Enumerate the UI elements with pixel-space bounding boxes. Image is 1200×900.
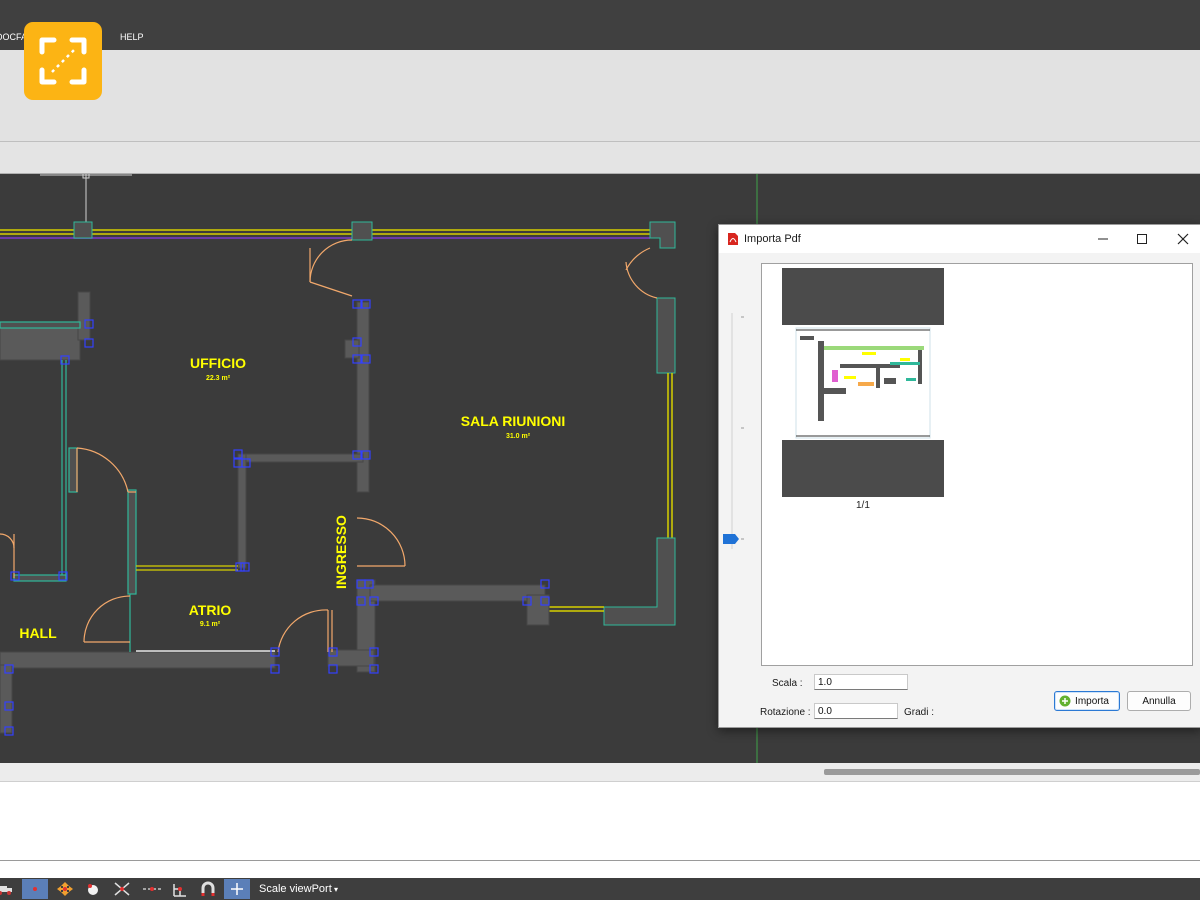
menu-item-docfa[interactable]: DOCFA [0, 32, 27, 42]
perpendicular-snap-icon[interactable] [167, 879, 193, 899]
menu-item-help[interactable]: HELP [120, 32, 144, 42]
truck-icon[interactable] [0, 879, 20, 899]
scale-viewport-dropdown[interactable]: Scale viewPort ▾ [259, 883, 338, 895]
close-button[interactable] [1165, 225, 1200, 253]
room-area-ufficio: 22.3 m² [206, 375, 231, 382]
magnet-icon[interactable] [195, 879, 221, 899]
move-icon[interactable] [52, 879, 78, 899]
zoom-slider-thumb[interactable] [723, 534, 739, 544]
crosshair-icon[interactable] [224, 879, 250, 899]
expand-arrows-logo-icon [24, 22, 102, 100]
ribbon-toolbar [0, 50, 1200, 142]
status-bar: Scale viewPort ▾ [0, 878, 1200, 900]
room-label-ufficio: UFFICIO [190, 355, 246, 371]
point-snap-icon[interactable] [22, 879, 48, 899]
room-area-sala-riunioni: 31.0 m² [506, 433, 531, 440]
room-label-sala-riunioni: SALA RIUNIONI [461, 413, 565, 429]
selection-grips[interactable] [4, 299, 550, 736]
chevron-down-icon: ▾ [331, 885, 339, 894]
dialog-title: Importa Pdf [744, 233, 801, 245]
page-indicator: 1/1 [856, 500, 870, 511]
pdf-preview-pane[interactable]: 1/1 [761, 263, 1193, 666]
midpoint-snap-icon[interactable] [139, 879, 165, 899]
scale-input[interactable]: 1.0 [814, 674, 908, 690]
import-pdf-dialog: Importa Pdf 1/1 Scala: 1.0 Rotazione: … [718, 224, 1200, 728]
scale-label: Scala : [772, 678, 803, 689]
zoom-slider[interactable] [722, 313, 746, 553]
pdf-page-thumbnail[interactable] [780, 266, 950, 500]
crosshair-cursor [40, 174, 132, 222]
interior-walls [0, 291, 550, 734]
right-wall [548, 297, 676, 626]
horizontal-scrollbar[interactable] [0, 763, 1200, 781]
maximize-button[interactable] [1124, 225, 1160, 253]
degrees-label: Gradi : [904, 707, 935, 718]
rotation-input[interactable]: 0.0 [814, 703, 898, 719]
close-icon [1177, 233, 1189, 245]
rotation-label: Rotazione : [760, 707, 811, 718]
room-label-hall: HALL [19, 625, 57, 641]
cancel-button[interactable]: Annulla [1127, 691, 1191, 711]
import-button[interactable]: Importa [1054, 691, 1120, 711]
command-line-area[interactable] [0, 781, 1200, 878]
intersection-snap-icon[interactable] [109, 879, 135, 899]
scale-viewport-label: Scale viewPort [259, 883, 332, 895]
room-label-ingresso: INGRESSO [333, 515, 349, 589]
minimize-button[interactable] [1085, 225, 1121, 253]
menu-bar: DOCFA HELP [0, 0, 1200, 50]
command-line-separator [0, 860, 1200, 861]
document-tab-strip [0, 142, 1200, 174]
pdf-icon [727, 232, 739, 251]
dialog-titlebar[interactable]: Importa Pdf [719, 225, 1200, 253]
top-wall [0, 221, 676, 249]
add-icon [1059, 695, 1071, 714]
doors [0, 239, 658, 653]
zoom-icon[interactable] [81, 879, 107, 899]
room-area-atrio: 9.1 m² [200, 621, 221, 628]
import-button-label: Importa [1075, 696, 1109, 707]
scrollbar-thumb[interactable] [824, 769, 1200, 775]
room-label-atrio: ATRIO [189, 602, 232, 618]
